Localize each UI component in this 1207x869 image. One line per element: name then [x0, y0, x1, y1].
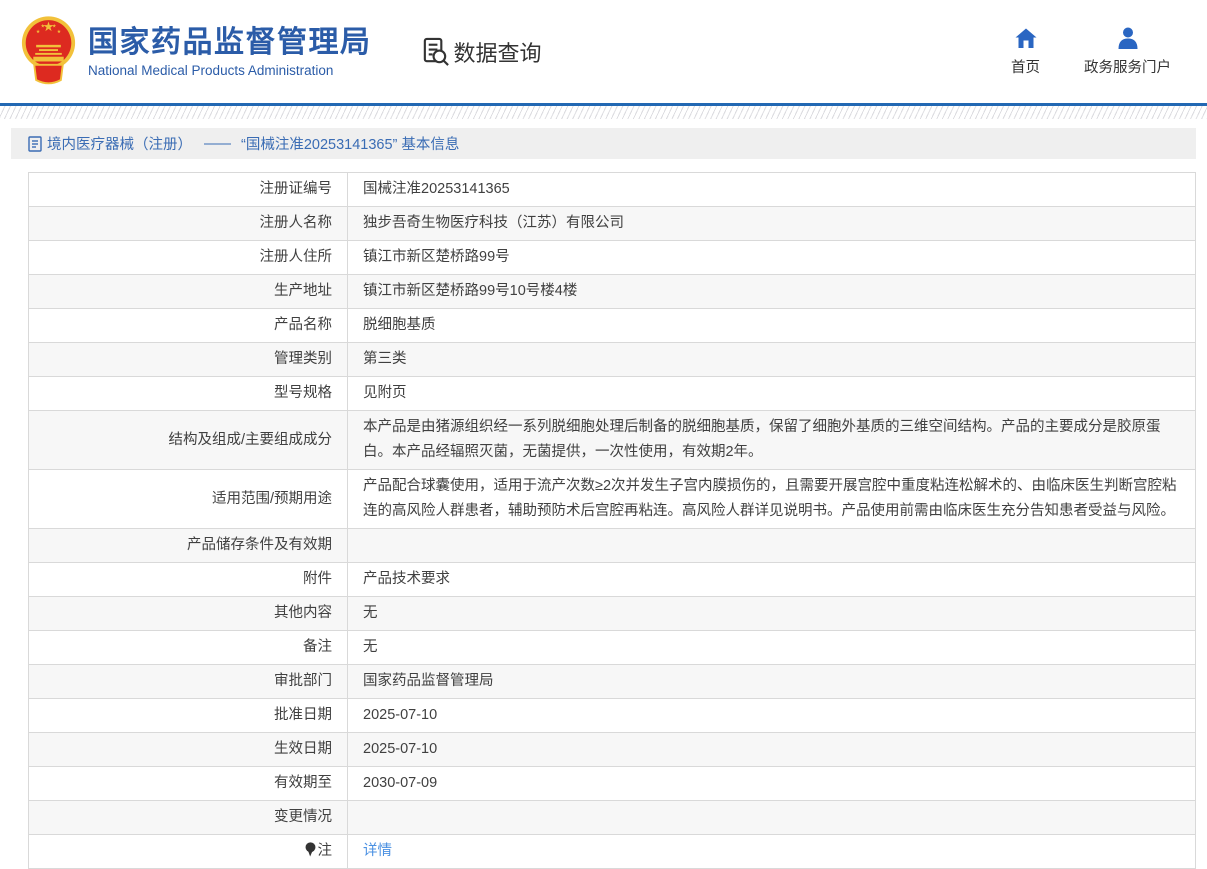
- field-label: 生产地址: [29, 275, 348, 309]
- table-row-change-history: 变更情况: [29, 801, 1196, 835]
- field-label: 注: [29, 835, 348, 869]
- registration-info-table: 注册证编号 国械注准20253141365 注册人名称 独步吾奇生物医疗科技（江…: [28, 172, 1196, 869]
- home-icon: [1014, 27, 1038, 49]
- field-value: 产品配合球囊使用，适用于流产次数≥2次并发生子宫内膜损伤的，且需要开展宫腔中重度…: [348, 470, 1196, 529]
- field-value: 产品技术要求: [348, 563, 1196, 597]
- site-header: 国家药品监督管理局 National Medical Products Admi…: [0, 0, 1207, 103]
- field-value: 镇江市新区楚桥路99号10号楼4楼: [348, 275, 1196, 309]
- table-row-effective-date: 生效日期 2025-07-10: [29, 733, 1196, 767]
- field-value: 2030-07-09: [348, 767, 1196, 801]
- table-row-approval-date: 批准日期 2025-07-10: [29, 699, 1196, 733]
- field-label: 注册证编号: [29, 173, 348, 207]
- field-label: 其他内容: [29, 597, 348, 631]
- field-value: 2025-07-10: [348, 733, 1196, 767]
- hint-balloon-icon: [305, 842, 316, 857]
- table-row-registrant-address: 注册人住所 镇江市新区楚桥路99号: [29, 241, 1196, 275]
- breadcrumb-separator: ——: [204, 136, 229, 152]
- field-label: 审批部门: [29, 665, 348, 699]
- table-row-other-content: 其他内容 无: [29, 597, 1196, 631]
- field-label: 备注: [29, 631, 348, 665]
- field-label: 批准日期: [29, 699, 348, 733]
- nav-portal-label: 政务服务门户: [1084, 56, 1171, 77]
- table-row-note: 注 详情: [29, 835, 1196, 869]
- data-query-section[interactable]: 数据查询: [420, 36, 542, 68]
- field-label: 适用范围/预期用途: [29, 470, 348, 529]
- field-value: 详情: [348, 835, 1196, 869]
- field-label: 结构及组成/主要组成成分: [29, 411, 348, 470]
- site-subtitle: National Medical Products Administration: [88, 63, 372, 78]
- field-label: 管理类别: [29, 343, 348, 377]
- note-detail-link[interactable]: 详情: [363, 843, 392, 859]
- field-value: 无: [348, 597, 1196, 631]
- document-icon: [28, 136, 42, 152]
- table-row-approval-department: 审批部门 国家药品监督管理局: [29, 665, 1196, 699]
- field-value: [348, 801, 1196, 835]
- field-value: 见附页: [348, 377, 1196, 411]
- table-row-expiry-date: 有效期至 2030-07-09: [29, 767, 1196, 801]
- document-search-icon: [420, 36, 451, 67]
- table-row-model-spec: 型号规格 见附页: [29, 377, 1196, 411]
- table-row-registrant-name: 注册人名称 独步吾奇生物医疗科技（江苏）有限公司: [29, 207, 1196, 241]
- table-row-attachment: 附件 产品技术要求: [29, 563, 1196, 597]
- breadcrumb: 境内医疗器械（注册） —— “国械注准20253141365” 基本信息: [11, 128, 1196, 159]
- field-label: 产品储存条件及有效期: [29, 529, 348, 563]
- nav-home-label: 首页: [1011, 56, 1040, 77]
- table-row-storage-conditions: 产品储存条件及有效期: [29, 529, 1196, 563]
- table-row-production-address: 生产地址 镇江市新区楚桥路99号10号楼4楼: [29, 275, 1196, 309]
- main-content: 境内医疗器械（注册） —— “国械注准20253141365” 基本信息 注册证…: [11, 128, 1196, 869]
- field-value: 国械注准20253141365: [348, 173, 1196, 207]
- field-value: 无: [348, 631, 1196, 665]
- field-label: 附件: [29, 563, 348, 597]
- national-emblem-icon: [20, 14, 77, 89]
- note-label: 注: [318, 843, 333, 859]
- field-value: 本产品是由猪源组织经一系列脱细胞处理后制备的脱细胞基质，保留了细胞外基质的三维空…: [348, 411, 1196, 470]
- table-row-remarks: 备注 无: [29, 631, 1196, 665]
- table-row-product-name: 产品名称 脱细胞基质: [29, 309, 1196, 343]
- logo-text: 国家药品监督管理局 National Medical Products Admi…: [88, 26, 372, 78]
- field-value: 国家药品监督管理局: [348, 665, 1196, 699]
- field-label: 生效日期: [29, 733, 348, 767]
- nmpa-logo[interactable]: 国家药品监督管理局 National Medical Products Admi…: [20, 14, 372, 89]
- table-row-management-class: 管理类别 第三类: [29, 343, 1196, 377]
- field-value: [348, 529, 1196, 563]
- user-icon: [1116, 27, 1140, 49]
- field-value: 镇江市新区楚桥路99号: [348, 241, 1196, 275]
- registration-info-table-wrap: 注册证编号 国械注准20253141365 注册人名称 独步吾奇生物医疗科技（江…: [28, 172, 1196, 869]
- field-label: 有效期至: [29, 767, 348, 801]
- breadcrumb-current: “国械注准20253141365” 基本信息: [241, 133, 459, 154]
- nav-home[interactable]: 首页: [1011, 27, 1040, 77]
- field-value: 脱细胞基质: [348, 309, 1196, 343]
- decorative-stripe-band: [0, 106, 1207, 119]
- nav-portal[interactable]: 政务服务门户: [1084, 27, 1171, 77]
- table-row-cert-number: 注册证编号 国械注准20253141365: [29, 173, 1196, 207]
- field-label: 注册人名称: [29, 207, 348, 241]
- field-label: 注册人住所: [29, 241, 348, 275]
- site-title: 国家药品监督管理局: [88, 26, 372, 60]
- field-value: 第三类: [348, 343, 1196, 377]
- field-label: 型号规格: [29, 377, 348, 411]
- data-query-label: 数据查询: [454, 36, 542, 68]
- breadcrumb-root[interactable]: 境内医疗器械（注册）: [47, 133, 192, 154]
- field-label: 产品名称: [29, 309, 348, 343]
- header-nav: 首页 政务服务门户: [1011, 27, 1207, 77]
- table-row-structure-composition: 结构及组成/主要组成成分 本产品是由猪源组织经一系列脱细胞处理后制备的脱细胞基质…: [29, 411, 1196, 470]
- field-value: 独步吾奇生物医疗科技（江苏）有限公司: [348, 207, 1196, 241]
- field-label: 变更情况: [29, 801, 348, 835]
- table-row-intended-use: 适用范围/预期用途 产品配合球囊使用，适用于流产次数≥2次并发生子宫内膜损伤的，…: [29, 470, 1196, 529]
- field-value: 2025-07-10: [348, 699, 1196, 733]
